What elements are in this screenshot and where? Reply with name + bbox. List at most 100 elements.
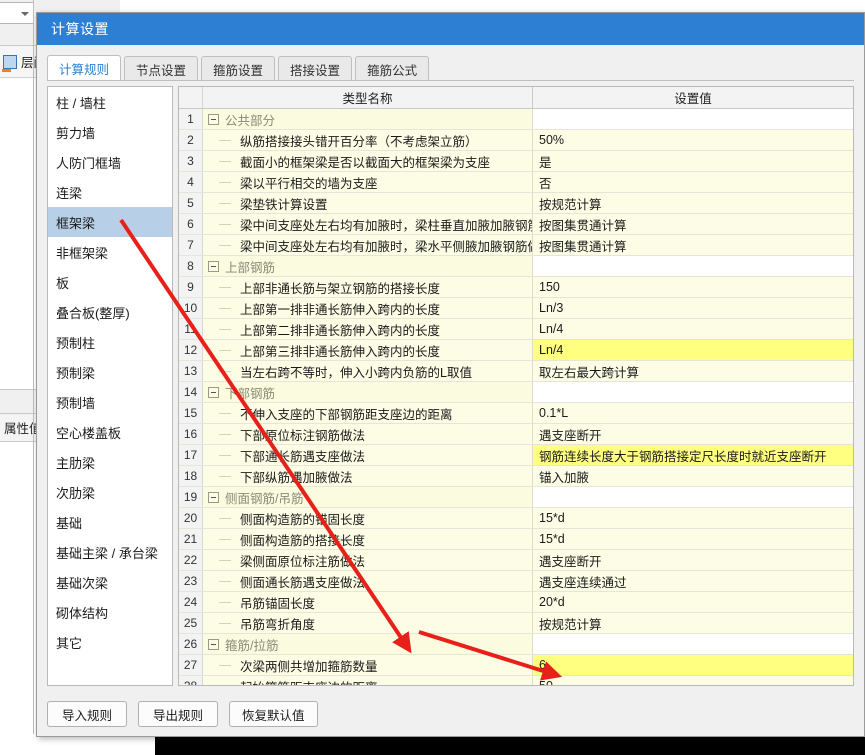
row-setting-value-cell[interactable] xyxy=(533,487,853,507)
row-setting-value-cell[interactable] xyxy=(533,256,853,276)
sidebar-item-1[interactable]: 剪力墙 xyxy=(48,117,172,147)
row-type-name-cell[interactable]: 上部第二排非通长筋伸入跨内的长度 xyxy=(203,319,533,339)
row-setting-value-cell[interactable]: 按规范计算 xyxy=(533,193,853,213)
table-row[interactable]: 10 上部第一排非通长筋伸入跨内的长度 Ln/3 xyxy=(179,298,853,319)
row-type-name-cell[interactable]: 上部第三排非通长筋伸入跨内的长度 xyxy=(203,340,533,360)
row-setting-value-cell[interactable] xyxy=(533,382,853,402)
table-row[interactable]: 9 上部非通长筋与架立钢筋的搭接长度 150 xyxy=(179,277,853,298)
row-setting-value-cell[interactable]: 按规范计算 xyxy=(533,613,853,633)
table-row[interactable]: 14 下部钢筋 xyxy=(179,382,853,403)
row-type-name-cell[interactable]: 下部原位标注钢筋做法 xyxy=(203,424,533,444)
table-row[interactable]: 3 截面小的框架梁是否以截面大的框架梁为支座 是 xyxy=(179,151,853,172)
sidebar-item-13[interactable]: 次肋梁 xyxy=(48,477,172,507)
row-type-name-cell[interactable]: 上部钢筋 xyxy=(203,256,533,276)
table-row[interactable]: 13 当左右跨不等时，伸入小跨内负筋的L取值 取左右最大跨计算 xyxy=(179,361,853,382)
row-setting-value-cell[interactable]: Ln/3 xyxy=(533,298,853,318)
row-setting-value-cell[interactable]: 50% xyxy=(533,130,853,150)
table-row[interactable]: 21 侧面构造筋的搭接长度 15*d xyxy=(179,529,853,550)
sidebar-item-11[interactable]: 空心楼盖板 xyxy=(48,417,172,447)
row-setting-value-cell[interactable] xyxy=(533,634,853,654)
background-dropdown[interactable] xyxy=(0,2,34,24)
footer-button-1[interactable]: 导出规则 xyxy=(138,701,218,727)
table-row[interactable]: 5 梁垫铁计算设置 按规范计算 xyxy=(179,193,853,214)
tab-4[interactable]: 箍筋公式 xyxy=(355,56,430,81)
sidebar-item-9[interactable]: 预制梁 xyxy=(48,357,172,387)
sidebar-item-0[interactable]: 柱 / 墙柱 xyxy=(48,87,172,117)
row-setting-value-cell[interactable]: 钢筋连续长度大于钢筋搭接定尺长度时就近支座断开 xyxy=(533,445,853,465)
tab-3[interactable]: 搭接设置 xyxy=(278,56,353,81)
row-type-name-cell[interactable]: 箍筋/拉筋 xyxy=(203,634,533,654)
table-row[interactable]: 28 起始箍筋距支座边的距离 50 xyxy=(179,676,853,685)
table-row[interactable]: 4 梁以平行相交的墙为支座 否 xyxy=(179,172,853,193)
row-type-name-cell[interactable]: 截面小的框架梁是否以截面大的框架梁为支座 xyxy=(203,151,533,171)
row-setting-value-cell[interactable]: 遇支座断开 xyxy=(533,550,853,570)
row-type-name-cell[interactable]: 下部通长筋遇支座做法 xyxy=(203,445,533,465)
row-setting-value-cell[interactable]: 150 xyxy=(533,277,853,297)
sidebar-item-6[interactable]: 板 xyxy=(48,267,172,297)
row-type-name-cell[interactable]: 侧面构造筋的搭接长度 xyxy=(203,529,533,549)
tab-1[interactable]: 节点设置 xyxy=(124,56,199,81)
row-setting-value-cell[interactable]: 是 xyxy=(533,151,853,171)
table-row[interactable]: 20 侧面构造筋的锚固长度 15*d xyxy=(179,508,853,529)
row-type-name-cell[interactable]: 纵筋搭接接头错开百分率（不考虑架立筋） xyxy=(203,130,533,150)
row-type-name-cell[interactable]: 当左右跨不等时，伸入小跨内负筋的L取值 xyxy=(203,361,533,381)
sidebar-item-12[interactable]: 主肋梁 xyxy=(48,447,172,477)
table-row[interactable]: 18 下部纵筋遇加腋做法 锚入加腋 xyxy=(179,466,853,487)
row-setting-value-cell[interactable]: 6 xyxy=(533,655,853,675)
sidebar-item-5[interactable]: 非框架梁 xyxy=(48,237,172,267)
row-setting-value-cell[interactable]: 遇支座连续通过 xyxy=(533,571,853,591)
collapse-icon[interactable] xyxy=(208,113,219,125)
sidebar-item-8[interactable]: 预制柱 xyxy=(48,327,172,357)
tab-0[interactable]: 计算规则 xyxy=(47,55,122,81)
table-row[interactable]: 27 次梁两侧共增加箍筋数量 6 xyxy=(179,655,853,676)
row-type-name-cell[interactable]: 起始箍筋距支座边的距离 xyxy=(203,676,533,685)
row-type-name-cell[interactable]: 上部第一排非通长筋伸入跨内的长度 xyxy=(203,298,533,318)
row-type-name-cell[interactable]: 不伸入支座的下部钢筋距支座边的距离 xyxy=(203,403,533,423)
row-setting-value-cell[interactable]: 15*d xyxy=(533,508,853,528)
row-type-name-cell[interactable]: 梁中间支座处左右均有加腋时，梁柱垂直加腋加腋钢筋做法 xyxy=(203,214,533,234)
table-row[interactable]: 12 上部第三排非通长筋伸入跨内的长度 Ln/4 xyxy=(179,340,853,361)
row-type-name-cell[interactable]: 梁侧面原位标注筋做法 xyxy=(203,550,533,570)
row-setting-value-cell[interactable] xyxy=(533,109,853,129)
table-row[interactable]: 1 公共部分 xyxy=(179,109,853,130)
row-setting-value-cell[interactable]: 15*d xyxy=(533,529,853,549)
table-row[interactable]: 16 下部原位标注钢筋做法 遇支座断开 xyxy=(179,424,853,445)
sidebar-item-14[interactable]: 基础 xyxy=(48,507,172,537)
sidebar-item-15[interactable]: 基础主梁 / 承台梁 xyxy=(48,537,172,567)
row-type-name-cell[interactable]: 侧面构造筋的锚固长度 xyxy=(203,508,533,528)
footer-button-2[interactable]: 恢复默认值 xyxy=(229,701,318,727)
row-type-name-cell[interactable]: 下部纵筋遇加腋做法 xyxy=(203,466,533,486)
row-setting-value-cell[interactable]: 取左右最大跨计算 xyxy=(533,361,853,381)
row-type-name-cell[interactable]: 梁中间支座处左右均有加腋时，梁水平侧腋加腋钢筋做法 xyxy=(203,235,533,255)
row-type-name-cell[interactable]: 吊筋弯折角度 xyxy=(203,613,533,633)
table-row[interactable]: 6 梁中间支座处左右均有加腋时，梁柱垂直加腋加腋钢筋做法 按图集贯通计算 xyxy=(179,214,853,235)
table-row[interactable]: 17 下部通长筋遇支座做法 钢筋连续长度大于钢筋搭接定尺长度时就近支座断开 xyxy=(179,445,853,466)
row-type-name-cell[interactable]: 吊筋锚固长度 xyxy=(203,592,533,612)
row-type-name-cell[interactable]: 侧面通长筋遇支座做法 xyxy=(203,571,533,591)
sidebar-item-18[interactable]: 其它 xyxy=(48,627,172,657)
table-row[interactable]: 26 箍筋/拉筋 xyxy=(179,634,853,655)
sidebar-item-3[interactable]: 连梁 xyxy=(48,177,172,207)
category-sidebar[interactable]: 柱 / 墙柱 剪力墙 人防门框墙 连梁 框架梁 非框架梁板叠合板(整厚) 预制柱 预制梁 预制墙… xyxy=(47,86,173,686)
table-row[interactable]: 22 梁侧面原位标注筋做法 遇支座断开 xyxy=(179,550,853,571)
row-type-name-cell[interactable]: 上部非通长筋与架立钢筋的搭接长度 xyxy=(203,277,533,297)
collapse-icon[interactable] xyxy=(208,386,219,398)
sidebar-item-4[interactable]: 框架梁 xyxy=(48,207,172,237)
table-row[interactable]: 15 不伸入支座的下部钢筋距支座边的距离 0.1*L xyxy=(179,403,853,424)
row-type-name-cell[interactable]: 侧面钢筋/吊筋 xyxy=(203,487,533,507)
row-type-name-cell[interactable]: 梁以平行相交的墙为支座 xyxy=(203,172,533,192)
collapse-icon[interactable] xyxy=(208,638,219,650)
collapse-icon[interactable] xyxy=(208,491,219,503)
row-setting-value-cell[interactable]: 0.1*L xyxy=(533,403,853,423)
row-setting-value-cell[interactable]: Ln/4 xyxy=(533,319,853,339)
row-setting-value-cell[interactable]: 锚入加腋 xyxy=(533,466,853,486)
footer-button-0[interactable]: 导入规则 xyxy=(47,701,127,727)
row-setting-value-cell[interactable]: Ln/4 xyxy=(533,340,853,360)
dialog-titlebar[interactable]: 计算设置 xyxy=(37,13,864,45)
row-type-name-cell[interactable]: 公共部分 xyxy=(203,109,533,129)
sidebar-item-10[interactable]: 预制墙 xyxy=(48,387,172,417)
tab-2[interactable]: 箍筋设置 xyxy=(201,56,276,81)
row-setting-value-cell[interactable]: 50 xyxy=(533,676,853,685)
row-type-name-cell[interactable]: 下部钢筋 xyxy=(203,382,533,402)
table-row[interactable]: 23 侧面通长筋遇支座做法 遇支座连续通过 xyxy=(179,571,853,592)
